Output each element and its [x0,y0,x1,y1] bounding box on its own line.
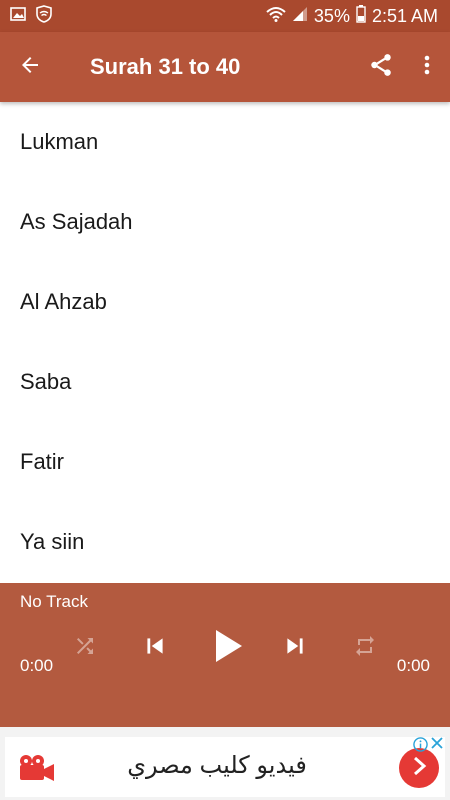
page-title: Surah 31 to 40 [90,54,241,79]
more-vert-icon [423,53,431,82]
track-title: No Track [20,592,89,611]
list-item[interactable]: Saba [0,342,450,422]
previous-button[interactable] [140,625,170,671]
surah-name: Lukman [20,129,99,154]
shield-notification-icon [36,4,52,28]
ad-content[interactable]: فيديو كليب مصري [5,737,445,797]
next-button[interactable] [280,625,310,671]
signal-icon [292,6,308,27]
surah-name: As Sajadah [20,209,133,234]
clock-text: 2:51 AM [371,5,438,26]
skip-previous-icon [142,633,168,664]
play-icon [212,628,244,669]
shuffle-button[interactable] [70,625,100,671]
battery-level-text: 35% [313,5,350,26]
share-button[interactable] [358,32,404,102]
ad-banner[interactable]: فيديو كليب مصري [0,727,450,800]
total-time: 0:00 [396,656,430,675]
elapsed-time: 0:00 [20,656,54,675]
battery-icon [356,4,366,28]
close-icon[interactable] [430,736,444,755]
wifi-icon [266,6,286,27]
status-bar: 35% 2:51 AM [0,0,450,32]
list-item[interactable]: Al Ahzab [0,262,450,342]
video-camera-icon [17,753,57,788]
surah-name: Al Ahzab [20,289,107,314]
surah-name: Ya siin [20,529,85,554]
back-arrow-icon [18,53,42,82]
list-item[interactable]: Lukman [0,102,450,182]
gallery-notification-icon [10,6,26,27]
list-item[interactable]: Ya siin [0,502,450,582]
more-options-button[interactable] [404,32,450,102]
share-icon [368,52,394,83]
repeat-button[interactable] [350,625,380,671]
play-button[interactable] [208,625,248,671]
app-bar: Surah 31 to 40 [0,32,450,102]
chevron-right-icon [410,756,428,781]
info-icon[interactable] [413,737,428,757]
surah-name: Saba [20,369,72,394]
repeat-icon [353,634,377,663]
surah-name: Fatir [20,449,64,474]
back-button[interactable] [0,32,60,102]
list-item[interactable]: Fatir [0,422,450,502]
shuffle-icon [73,634,97,663]
skip-next-icon [282,633,308,664]
surah-list: Lukman As Sajadah Al Ahzab Saba Fatir Ya… [0,102,450,583]
audio-player: No Track 0:00 0:00 [0,583,450,727]
list-item[interactable]: As Sajadah [0,182,450,262]
ad-text: فيديو كليب مصري [127,752,307,779]
